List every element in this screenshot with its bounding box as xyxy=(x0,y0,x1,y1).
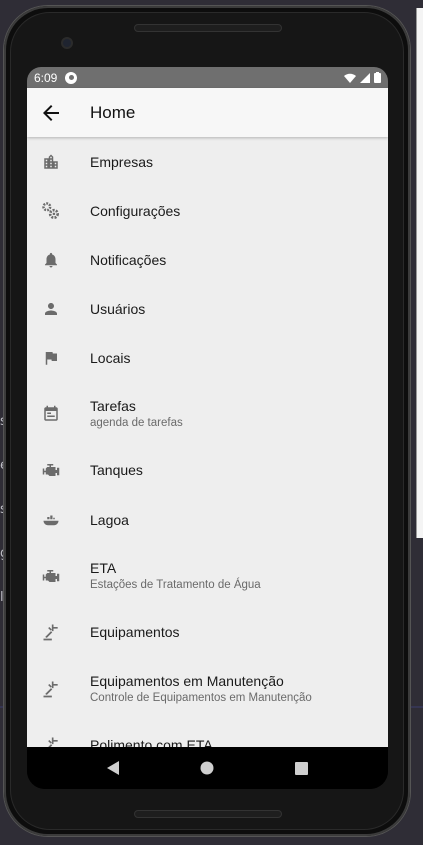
menu-item-configuracoes[interactable]: Configurações xyxy=(27,186,388,235)
menu-item-notificacoes[interactable]: Notificações xyxy=(27,235,388,284)
menu-item-eta[interactable]: ETA Estações de Tratamento de Água xyxy=(27,544,388,607)
bottom-speaker xyxy=(134,810,282,818)
menu-item-tanques[interactable]: Tanques xyxy=(27,445,388,495)
menu-item-equipamentos[interactable]: Equipamentos xyxy=(27,607,388,657)
menu-item-title: Locais xyxy=(90,349,131,366)
engine-icon xyxy=(41,566,61,586)
phone-screen: 6:09 Home Empresas Configurações Notific… xyxy=(27,67,388,789)
calendar-icon xyxy=(41,404,61,424)
notification-dot-icon xyxy=(65,71,78,84)
menu-item-title: Lagoa xyxy=(90,511,129,528)
menu-item-title: Usuários xyxy=(90,300,146,317)
menu-item-polimento[interactable]: Polimento com ETA xyxy=(27,720,388,747)
signal-icon xyxy=(360,72,370,83)
navigation-bar xyxy=(27,747,388,789)
menu-item-title: Empresas xyxy=(90,153,154,170)
app-bar: Home xyxy=(27,88,388,137)
menu-item-title: Tanques xyxy=(90,462,143,478)
menu-item-title: ETA xyxy=(90,560,117,576)
flag-icon xyxy=(41,348,61,368)
menu-item-title: Notificações xyxy=(90,251,167,268)
front-camera xyxy=(61,37,73,49)
nav-back-icon[interactable] xyxy=(107,761,120,775)
ship-icon xyxy=(41,510,61,530)
back-button[interactable] xyxy=(27,89,75,137)
menu-item-title: Polimento com ETA xyxy=(90,737,213,747)
menu-item-locais[interactable]: Locais xyxy=(27,333,388,382)
battery-icon xyxy=(374,72,381,83)
tool-icon xyxy=(41,622,61,642)
menu-item-lagoa[interactable]: Lagoa xyxy=(27,495,388,544)
menu-item-title: Equipamentos xyxy=(90,624,180,640)
menu-item-subtitle: agenda de tarefas xyxy=(90,417,183,429)
menu-item-subtitle: Estações de Tratamento de Água xyxy=(90,579,261,591)
menu-item-empresas[interactable]: Empresas xyxy=(27,137,388,186)
status-time: 6:09 xyxy=(34,70,58,85)
editor-panel-edge xyxy=(416,8,423,538)
settings-icon xyxy=(41,201,61,221)
menu-item-usuarios[interactable]: Usuários xyxy=(27,284,388,333)
page-title: Home xyxy=(90,102,136,122)
status-bar: 6:09 xyxy=(27,67,388,88)
nav-recents-icon[interactable] xyxy=(294,761,308,775)
building-icon xyxy=(41,152,61,172)
tool-icon xyxy=(41,735,61,747)
menu-item-tarefas[interactable]: Tarefas agenda de tarefas xyxy=(27,382,388,445)
menu-item-title: Tarefas xyxy=(90,398,136,414)
arrow-back-icon xyxy=(43,104,59,121)
status-icons xyxy=(344,72,381,83)
wifi-icon xyxy=(344,73,356,83)
person-icon xyxy=(41,299,61,319)
menu-item-title: Configurações xyxy=(90,202,181,219)
menu-list: Empresas Configurações Notificações Usuá… xyxy=(27,137,388,747)
menu-item-equipamentos-manutencao[interactable]: Equipamentos em Manutenção Controle de E… xyxy=(27,657,388,720)
tool-icon xyxy=(41,679,61,699)
engine-icon xyxy=(41,460,61,480)
menu-item-subtitle: Controle de Equipamentos em Manutenção xyxy=(90,692,312,704)
bell-icon xyxy=(41,250,61,270)
top-speaker xyxy=(134,24,282,32)
menu-item-title: Equipamentos em Manutenção xyxy=(90,673,284,689)
nav-home-icon[interactable] xyxy=(200,761,214,775)
